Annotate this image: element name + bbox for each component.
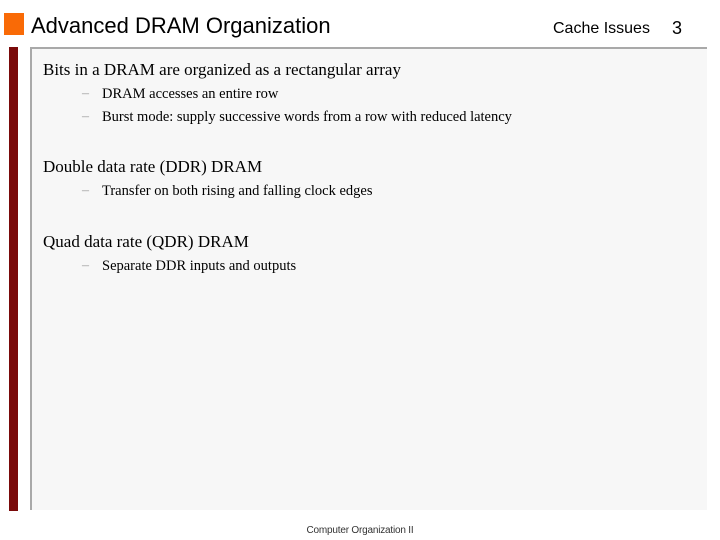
sub-bullet-item: Separate DDR inputs and outputs bbox=[102, 258, 297, 274]
slide-title: Advanced DRAM Organization bbox=[31, 13, 331, 38]
sub-bullet-item: DRAM accesses an entire row bbox=[102, 86, 279, 102]
sub-bullet-item: Burst mode: supply successive words from… bbox=[102, 109, 512, 125]
footer-text: Computer Organization II bbox=[306, 525, 414, 536]
bullet-item: Bits in a DRAM are organized as a rectan… bbox=[43, 60, 401, 79]
page-number: 3 bbox=[672, 18, 683, 38]
bullet-item: Double data rate (DDR) DRAM bbox=[43, 157, 263, 176]
dash-marker: – bbox=[82, 183, 89, 198]
section-label: Cache Issues bbox=[553, 20, 650, 37]
bullet-item: Quad data rate (QDR) DRAM bbox=[43, 232, 249, 251]
side-accent-bar bbox=[9, 47, 18, 511]
dash-marker: – bbox=[82, 86, 89, 101]
sub-bullet-item: Transfer on both rising and falling cloc… bbox=[102, 183, 373, 199]
dash-marker: – bbox=[82, 109, 89, 124]
dash-marker: – bbox=[82, 258, 89, 273]
title-accent-square bbox=[4, 13, 24, 35]
